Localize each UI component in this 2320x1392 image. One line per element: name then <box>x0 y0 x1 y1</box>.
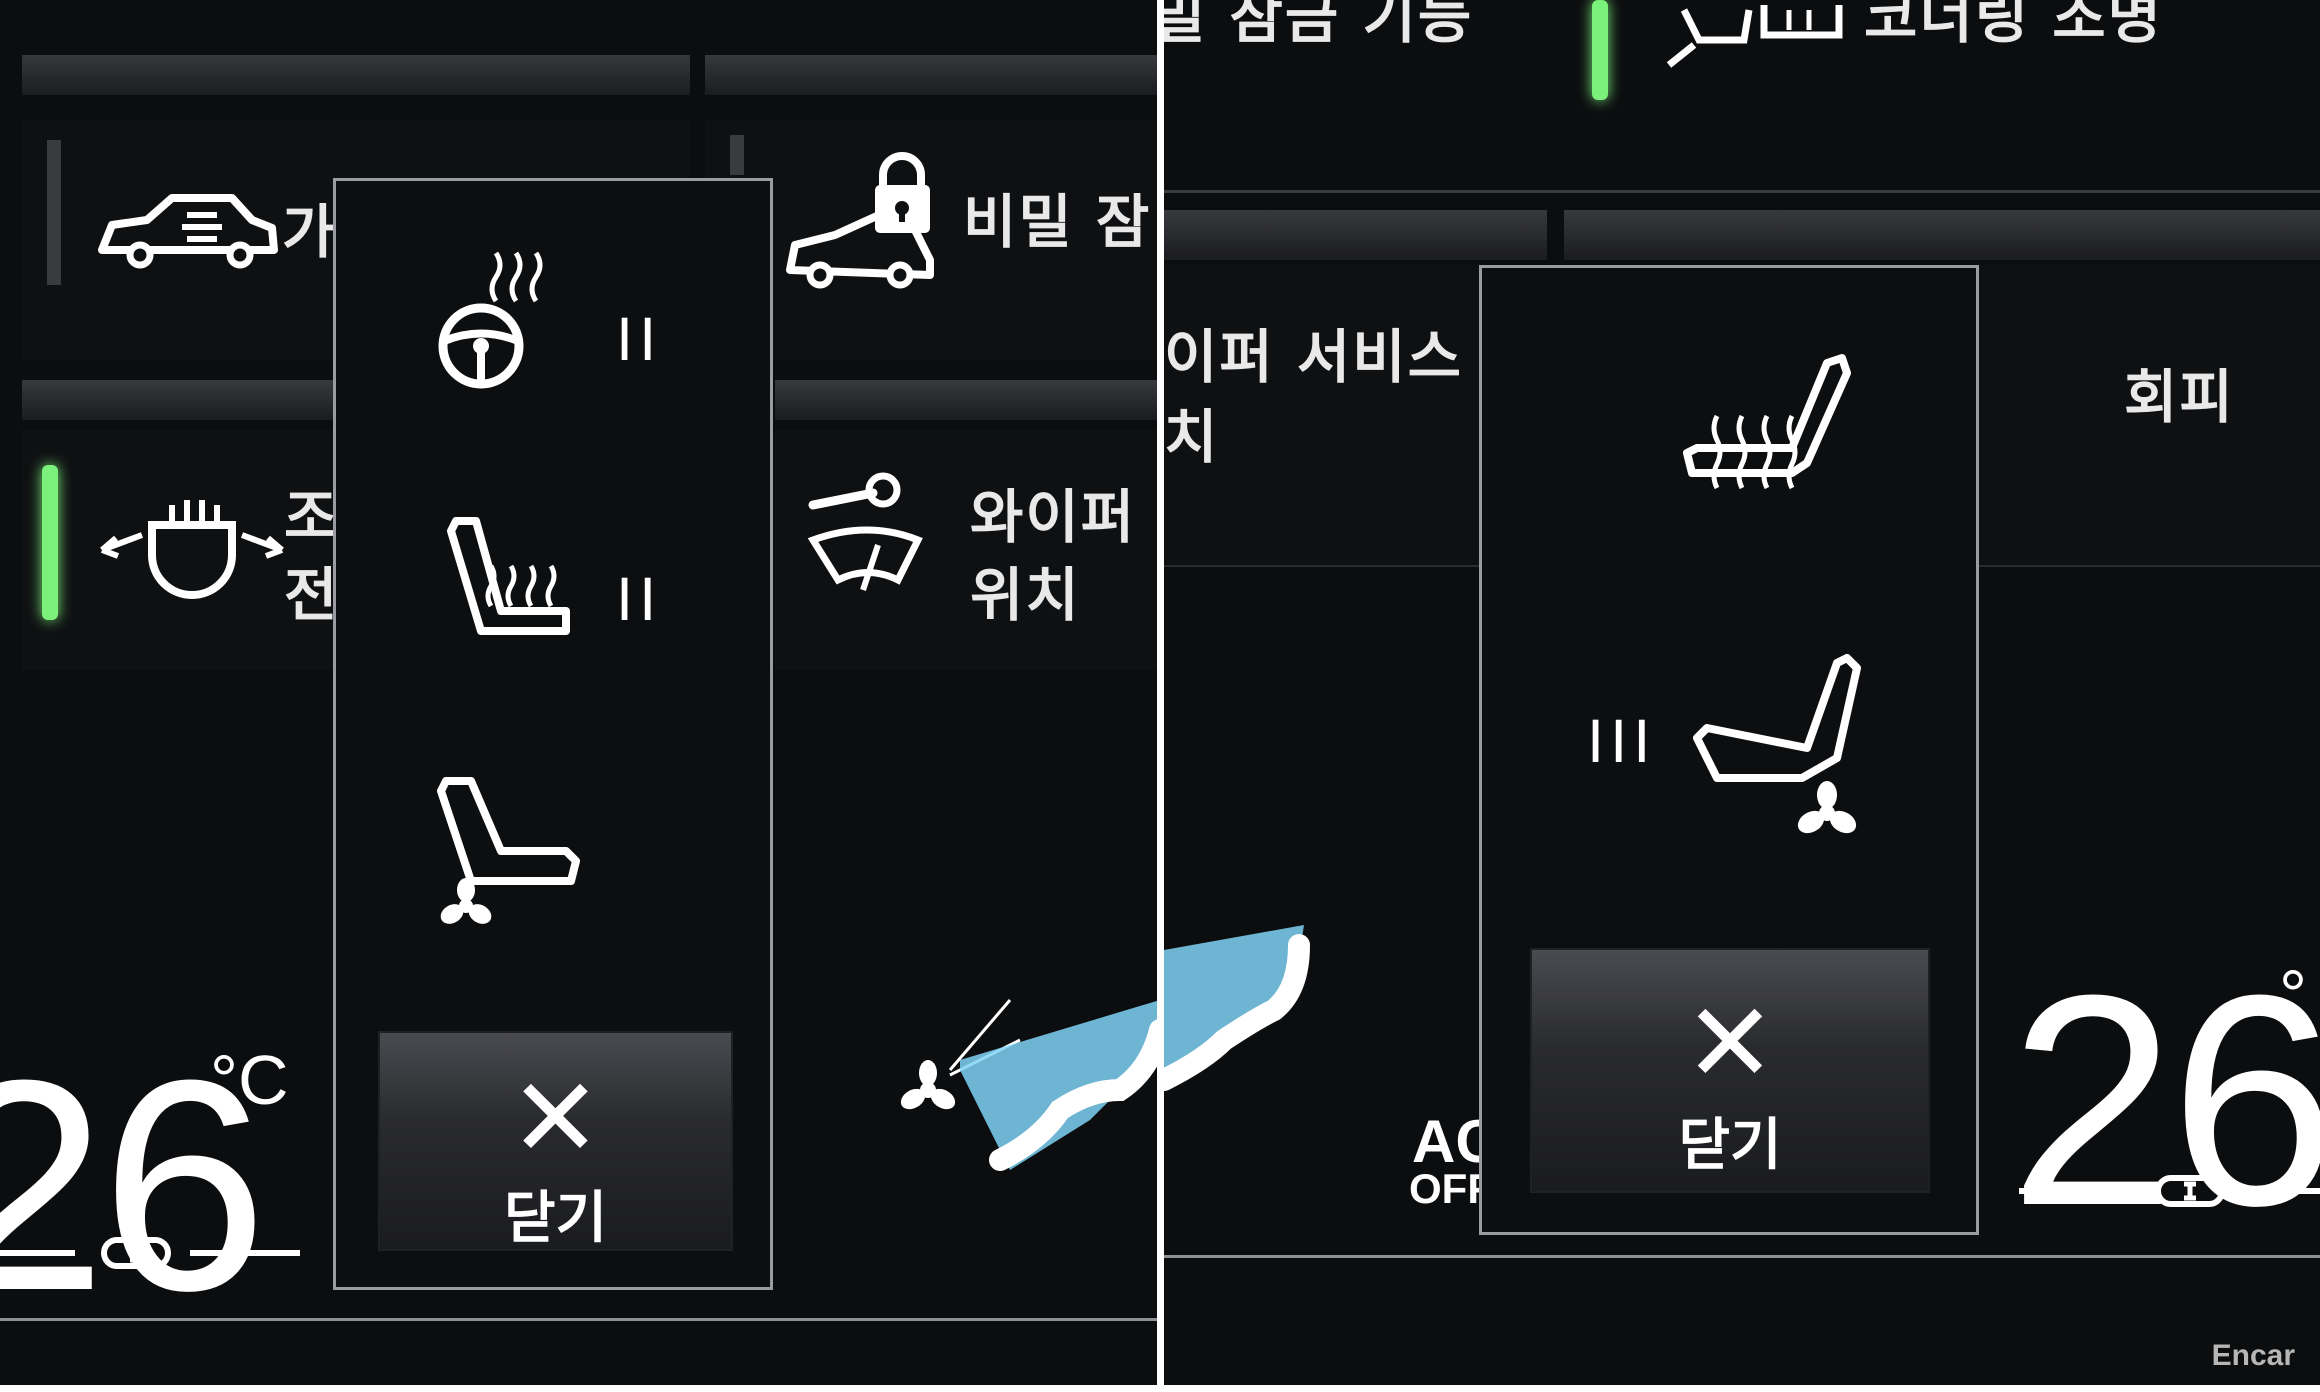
headlight-label-line2: 전 <box>284 561 340 629</box>
temp-slider-track <box>2019 1188 2139 1194</box>
secret-lock-label: 비밀 잠 <box>963 188 1152 256</box>
trunk-lock-icon <box>786 152 934 289</box>
tile-header <box>1164 210 1547 260</box>
seat-heat-button[interactable] <box>1482 348 1976 548</box>
right-screen: 밀 잠금 기능 코너링 조명 이퍼 서비스 치 회피 AC OFF 26 ° I… <box>1164 0 2320 1385</box>
seat-climate-popup: III ✕ 닫기 <box>1479 265 1979 1235</box>
drive-mode-label: 가 <box>282 198 338 266</box>
row-divider <box>1164 190 2320 193</box>
temperature-unit: ° <box>2279 956 2307 1034</box>
image-divider <box>1157 0 1164 1392</box>
seat-vent-button[interactable] <box>336 771 770 971</box>
watermark: Encar <box>2211 1339 2295 1372</box>
seat-climate-popup: II II ✕ 닫기 <box>333 178 773 1290</box>
tile-header <box>775 380 1157 420</box>
close-label: 닫기 <box>503 1186 608 1251</box>
tile-header-right <box>705 55 1157 95</box>
avoid-label: 회피 <box>2124 363 2235 431</box>
car-sound-icon <box>98 194 278 269</box>
temp-slider-track <box>190 1250 300 1256</box>
seat-heat-level: II <box>616 566 663 634</box>
airflow-seat-icon <box>1164 925 1310 1091</box>
seat-heat-icon <box>1683 354 1851 490</box>
active-indicator <box>42 465 58 620</box>
airflow-seat-icon <box>900 999 1157 1171</box>
wiper-service-label-line2: 치 <box>1164 403 1220 471</box>
close-label: 닫기 <box>1678 1113 1782 1178</box>
status-indicator <box>730 135 744 175</box>
seat-heat-icon <box>447 517 570 635</box>
status-indicator <box>47 140 61 285</box>
wiper-position-tile[interactable]: 와이퍼 위치 <box>775 430 1157 670</box>
wiper-label-line2: 위치 <box>970 561 1081 629</box>
wiper-service-label-line1: 이퍼 서비스 <box>1164 323 1463 391</box>
temperature-unit: °C <box>210 1041 289 1119</box>
steering-heat-level: II <box>616 306 663 374</box>
temp-slider-track <box>2239 1188 2320 1194</box>
active-indicator <box>1592 0 1608 100</box>
temp-slider-handle-icon[interactable] <box>100 1236 172 1270</box>
steering-wheel-heat-icon <box>438 251 543 389</box>
close-button[interactable]: ✕ 닫기 <box>1530 948 1930 1193</box>
wiper-label-line1: 와이퍼 <box>970 483 1137 551</box>
left-screen: 가 비밀 잠 조 전 와이퍼 위치 26 °C II II ✕ 닫기 <box>0 0 1157 1385</box>
temp-slider-handle-icon[interactable] <box>2154 1174 2226 1208</box>
cornering-light-icon <box>1666 5 1843 68</box>
close-icon: ✕ <box>509 1054 602 1182</box>
close-button[interactable]: ✕ 닫기 <box>378 1031 733 1251</box>
temp-slider-track <box>0 1250 75 1256</box>
bottom-divider <box>0 1318 1157 1321</box>
wiper-icon <box>807 472 923 591</box>
cornering-light-label: 코너링 조명 <box>1864 0 2163 51</box>
seat-vent-icon <box>437 777 580 924</box>
steering-wheel-heat-button[interactable]: II <box>336 251 770 451</box>
close-icon: ✕ <box>1683 979 1777 1107</box>
headlight-adjust-icon <box>100 500 284 599</box>
seat-heat-button[interactable]: II <box>336 511 770 711</box>
headlight-label-line1: 조 <box>284 483 340 551</box>
tile-header <box>1564 210 2320 260</box>
tile-header-left <box>22 55 690 95</box>
lock-function-label: 밀 잠금 기능 <box>1164 0 1474 51</box>
seat-vent-button[interactable]: III <box>1482 648 1976 848</box>
seat-vent-icon <box>1693 654 1861 834</box>
seat-vent-level: III <box>1587 708 1657 776</box>
bottom-border <box>0 1385 2320 1392</box>
bottom-divider <box>1164 1255 2320 1258</box>
